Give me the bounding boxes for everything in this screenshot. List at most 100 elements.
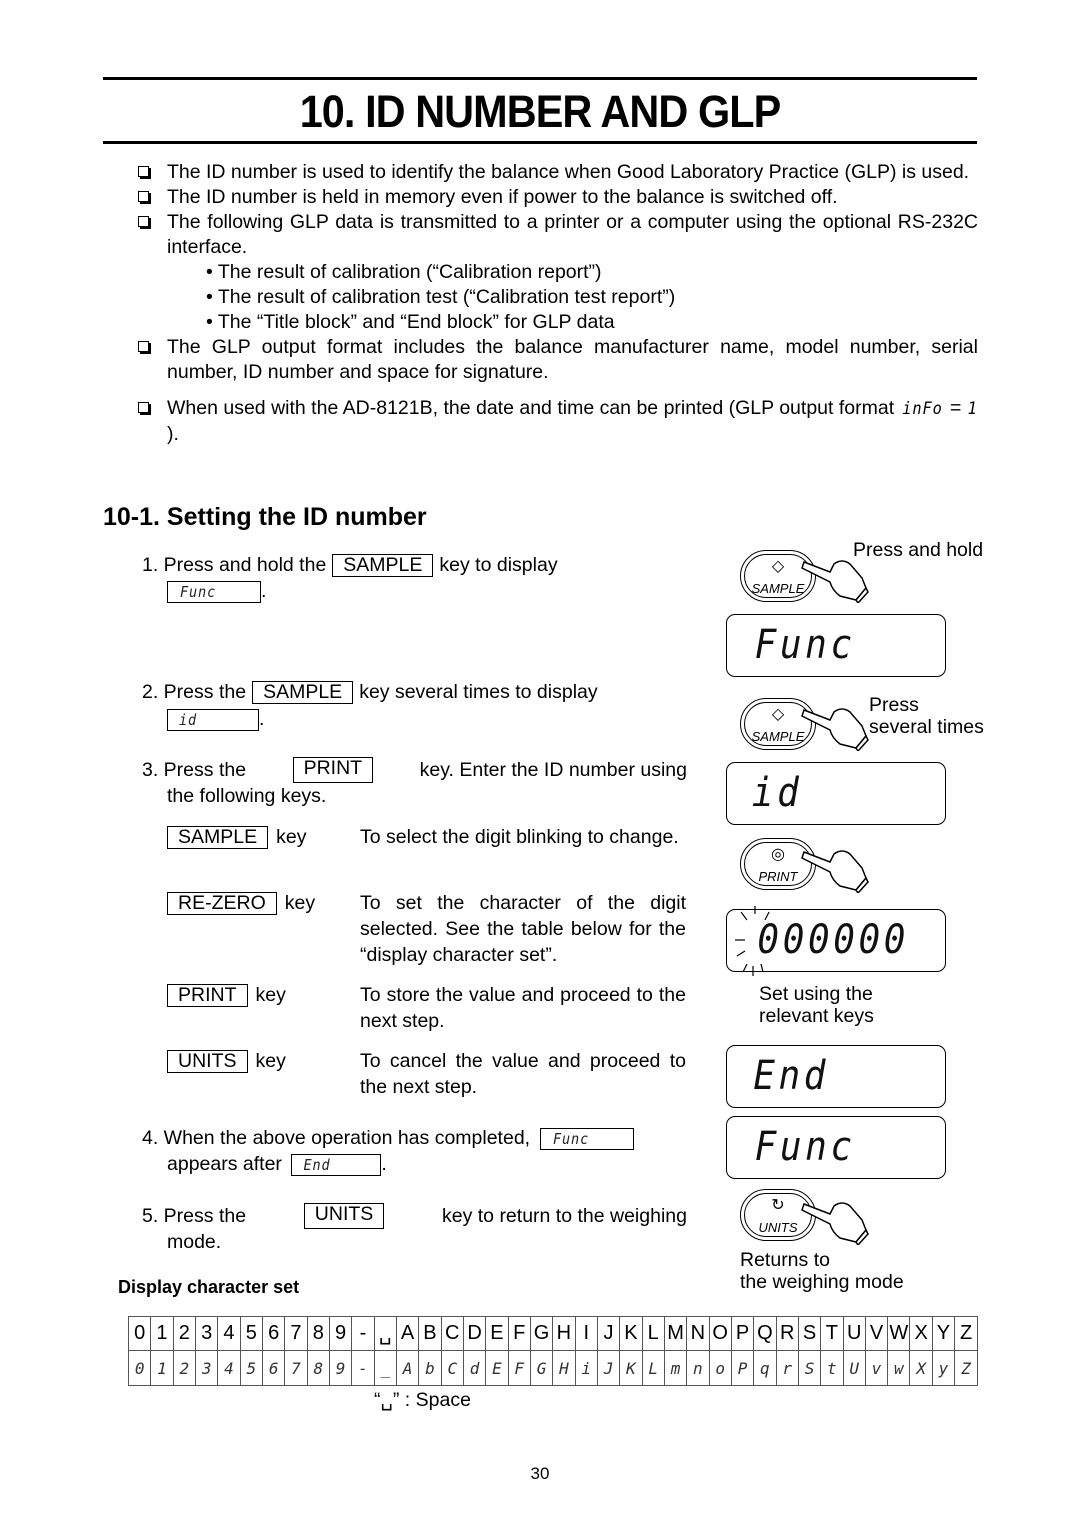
pointing-hand-icon xyxy=(801,1202,869,1245)
step-4: 4. When the above operation has complete… xyxy=(142,1125,634,1151)
charset-chars-row: 0 1 2 3 4 5 6 7 8 9- ␣ A B C D E F G H I J K L M N O P Q R S T U V W X Y Z xyxy=(127,1316,978,1351)
step-2-display: id. xyxy=(167,706,264,732)
charset-char-cell: J xyxy=(596,1316,621,1351)
charset-lcd-cell: U xyxy=(842,1350,866,1386)
charset-lcd-cell: 7 xyxy=(284,1350,308,1386)
charset-char-cell: F xyxy=(507,1316,531,1351)
units-key-label: UNITS xyxy=(167,1050,248,1073)
charset-lcd-cell: 0 xyxy=(127,1350,152,1386)
intro-item: The following GLP data is transmitted to… xyxy=(138,210,978,260)
title-underline xyxy=(103,141,977,144)
intro-item: The ID number is held in memory even if … xyxy=(138,185,978,210)
charset-lcd-cell: t xyxy=(820,1350,844,1386)
top-rule xyxy=(103,77,977,80)
intro-item: The ID number is used to identify the ba… xyxy=(138,160,978,185)
charset-char-cell: A xyxy=(395,1316,420,1351)
charset-lcd-cell: 9 xyxy=(328,1350,353,1386)
charset-char-cell: G xyxy=(529,1316,554,1351)
charset-char-cell: 3 xyxy=(194,1316,219,1351)
charset-char-cell: 5 xyxy=(239,1316,263,1351)
step-5: 5. Press the UNITS key to return to the we… xyxy=(142,1203,687,1253)
charset-lcd-cell: Z xyxy=(954,1350,978,1386)
charset-lcd-cell: 6 xyxy=(261,1350,286,1386)
charset-lcd-cell: A xyxy=(395,1350,420,1386)
pointing-hand-icon xyxy=(801,850,869,893)
charset-lcd-cell: S xyxy=(797,1350,822,1386)
checkbox-bullet-icon xyxy=(138,216,149,227)
space-note: “␣” : Space xyxy=(374,1389,471,1411)
charset-lcd-cell: _ xyxy=(373,1350,397,1386)
charset-lcd-cell: C xyxy=(440,1350,464,1386)
intro-item: The GLP output format includes the balan… xyxy=(138,335,978,385)
pointing-hand-icon xyxy=(801,708,869,751)
step-1-display: Func. xyxy=(167,578,266,604)
charset-char-cell: 7 xyxy=(284,1316,308,1351)
glp-bullet: • The “Title block” and “End block” for … xyxy=(206,311,615,333)
intro-list: The ID number is used to identify the ba… xyxy=(138,160,978,447)
caption-press-and-hold: Press and hold xyxy=(853,539,984,561)
lcd-text-info: inFo xyxy=(901,399,943,419)
caption-press-several: Press several times xyxy=(869,694,984,738)
sample-key-label: SAMPLE xyxy=(252,681,354,704)
charset-lcd-cell: 1 xyxy=(150,1350,174,1386)
display-id: id xyxy=(167,708,259,731)
charset-char-cell: K xyxy=(619,1316,643,1351)
charset-lcd-cell: 3 xyxy=(194,1350,219,1386)
charset-char-cell: Y xyxy=(931,1316,956,1351)
step-2: 2. Press the SAMPLE key several times to d… xyxy=(142,681,598,704)
key-row-sample: SAMPLE key To select the digit blinking t… xyxy=(167,824,687,876)
rezero-key-label: RE-ZERO xyxy=(167,892,277,915)
charset-lcd-cell: v xyxy=(864,1350,889,1386)
charset-lcd-cell: m xyxy=(663,1350,688,1386)
charset-char-cell: I xyxy=(574,1316,598,1351)
blink-indicator-icon xyxy=(735,906,770,976)
charset-lcd-cell: F xyxy=(507,1350,531,1386)
glp-bullet: • The result of calibration (“Calibratio… xyxy=(206,261,602,283)
charset-char-cell: M xyxy=(663,1316,688,1351)
charset-char-cell: C xyxy=(440,1316,464,1351)
charset-lcd-cell: G xyxy=(529,1350,554,1386)
charset-lcd-cell: - xyxy=(351,1350,375,1386)
charset-char-cell: U xyxy=(842,1316,866,1351)
caption-returns: Returns to the weighing mode xyxy=(740,1249,904,1293)
sample-key-label: SAMPLE xyxy=(332,554,434,577)
charset-char-cell: T xyxy=(820,1316,844,1351)
charset-char-cell: 9 xyxy=(328,1316,353,1351)
lcd-display-func-return: Func xyxy=(726,1116,946,1179)
display-func: Func xyxy=(539,1127,634,1150)
charset-title: Display character set xyxy=(118,1277,300,1297)
glp-bullet: • The result of calibration test (“Calib… xyxy=(206,286,676,308)
charset-char-cell: R xyxy=(775,1316,799,1351)
checkbox-bullet-icon xyxy=(138,341,149,352)
step-4-line2: appears after End. xyxy=(167,1153,387,1176)
charset-char-cell: Q xyxy=(753,1316,777,1351)
charset-char-cell: 1 xyxy=(150,1316,174,1351)
charset-lcd-cell: 2 xyxy=(172,1350,196,1386)
charset-char-cell: L xyxy=(641,1316,665,1351)
page-number: 30 xyxy=(530,1464,550,1483)
charset-char-cell: S xyxy=(797,1316,822,1351)
charset-lcd-cell: d xyxy=(462,1350,487,1386)
charset-lcd-cell: 4 xyxy=(217,1350,241,1386)
checkbox-bullet-icon xyxy=(138,166,149,177)
charset-char-cell: P xyxy=(730,1316,755,1351)
charset-lcd-row: 0 1 2 3 4 5 6 7 8 9- _ Ab Cd E F G Hi J K Lm n o Pq r St Uv w Xy Z xyxy=(127,1350,978,1386)
charset-char-cell: B xyxy=(418,1316,442,1351)
charset-lcd-cell: r xyxy=(775,1350,799,1386)
charset-char-cell: Z xyxy=(954,1316,978,1351)
charset-char-cell: 6 xyxy=(261,1316,286,1351)
charset-lcd-cell: X xyxy=(909,1350,933,1386)
charset-lcd-cell: L xyxy=(641,1350,665,1386)
charset-char-cell: W xyxy=(887,1316,911,1351)
lcd-display-func: Func xyxy=(726,614,946,677)
lcd-text-value: 1 xyxy=(967,399,978,419)
charset-char-cell: X xyxy=(909,1316,933,1351)
charset-char-cell: 0 xyxy=(127,1316,152,1351)
charset-lcd-cell: o xyxy=(708,1350,732,1386)
checkbox-bullet-icon xyxy=(138,191,149,202)
display-func: Func xyxy=(167,580,261,603)
charset-char-cell: E xyxy=(485,1316,509,1351)
page-title: 10. ID NUMBER AND GLP xyxy=(299,86,782,137)
sample-key-label: SAMPLE xyxy=(167,826,269,849)
charset-char-cell: N xyxy=(686,1316,710,1351)
